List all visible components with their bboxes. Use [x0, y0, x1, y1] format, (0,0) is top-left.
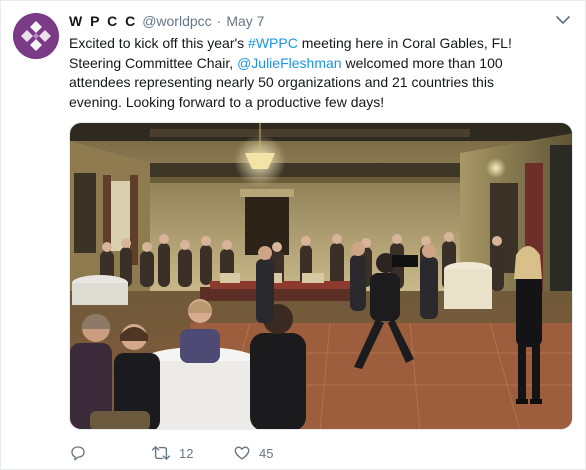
- tweet-date[interactable]: May 7: [226, 11, 264, 31]
- tweet-content: W P C C @worldpcc · May 7 Excited to kic…: [69, 11, 575, 112]
- avatar[interactable]: [13, 13, 59, 59]
- tweet-actions: 12 45: [69, 442, 315, 464]
- reply-action[interactable]: [69, 444, 151, 462]
- hashtag-link[interactable]: #WPPC: [248, 35, 298, 51]
- retweet-icon: [151, 446, 171, 460]
- display-name[interactable]: W P C C: [69, 11, 137, 31]
- retweet-action[interactable]: 12: [151, 444, 233, 462]
- heart-icon: [234, 446, 250, 460]
- tweet-header: W P C C @worldpcc · May 7: [69, 11, 575, 31]
- wppc-logo-icon: [13, 13, 59, 59]
- tweet-card: W P C C @worldpcc · May 7 Excited to kic…: [0, 0, 586, 470]
- retweet-count: 12: [179, 445, 194, 461]
- text-part-1: Excited to kick off this year's: [69, 35, 249, 51]
- tweet-text: Excited to kick off this year's #WPPC me…: [69, 34, 549, 112]
- reply-icon: [71, 446, 85, 461]
- mention-link[interactable]: @JulieFleshman: [237, 55, 341, 71]
- handle[interactable]: @worldpcc: [142, 11, 211, 31]
- like-action[interactable]: 45: [233, 444, 315, 462]
- separator-dot: ·: [216, 13, 222, 29]
- like-count: 45: [259, 445, 274, 461]
- chevron-down-icon[interactable]: [555, 15, 571, 25]
- tweet-photo[interactable]: [69, 122, 573, 430]
